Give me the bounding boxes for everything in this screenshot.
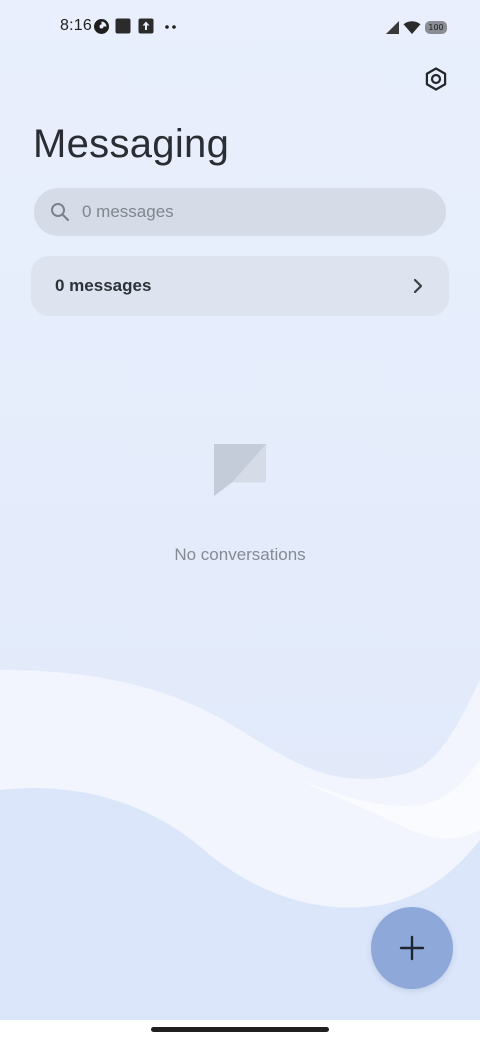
chevron-right-icon: [413, 278, 423, 294]
status-time: 8:16: [60, 17, 92, 34]
navigation-bar: [0, 1020, 480, 1040]
empty-state-text: No conversations: [174, 545, 306, 564]
wifi-icon: [403, 21, 421, 34]
settings-button[interactable]: [418, 61, 454, 97]
cellular-signal-icon: [386, 21, 399, 34]
plus-icon: [399, 935, 425, 961]
messaging-screen: 8:16 100 Messaging 0 messages 0 messages…: [0, 0, 480, 1040]
messages-row-label: 0 messages: [55, 276, 152, 295]
upload-icon: [138, 18, 154, 34]
messages-row[interactable]: 0 messages: [31, 256, 449, 316]
message-bubble-icon: [214, 444, 266, 496]
battery-indicator: 100: [425, 21, 447, 34]
search-bar[interactable]: [34, 188, 446, 236]
new-conversation-button[interactable]: [371, 907, 453, 989]
settings-icon: [425, 67, 447, 91]
data-saver-icon: [94, 19, 109, 34]
more-notifications-icon: [165, 25, 176, 29]
search-input[interactable]: [82, 202, 402, 222]
home-gesture-handle[interactable]: [151, 1027, 329, 1032]
page-title: Messaging: [33, 122, 230, 166]
search-icon: [51, 203, 70, 222]
notification-square-icon: [115, 18, 131, 34]
status-bar: 8:16 100: [0, 0, 480, 56]
